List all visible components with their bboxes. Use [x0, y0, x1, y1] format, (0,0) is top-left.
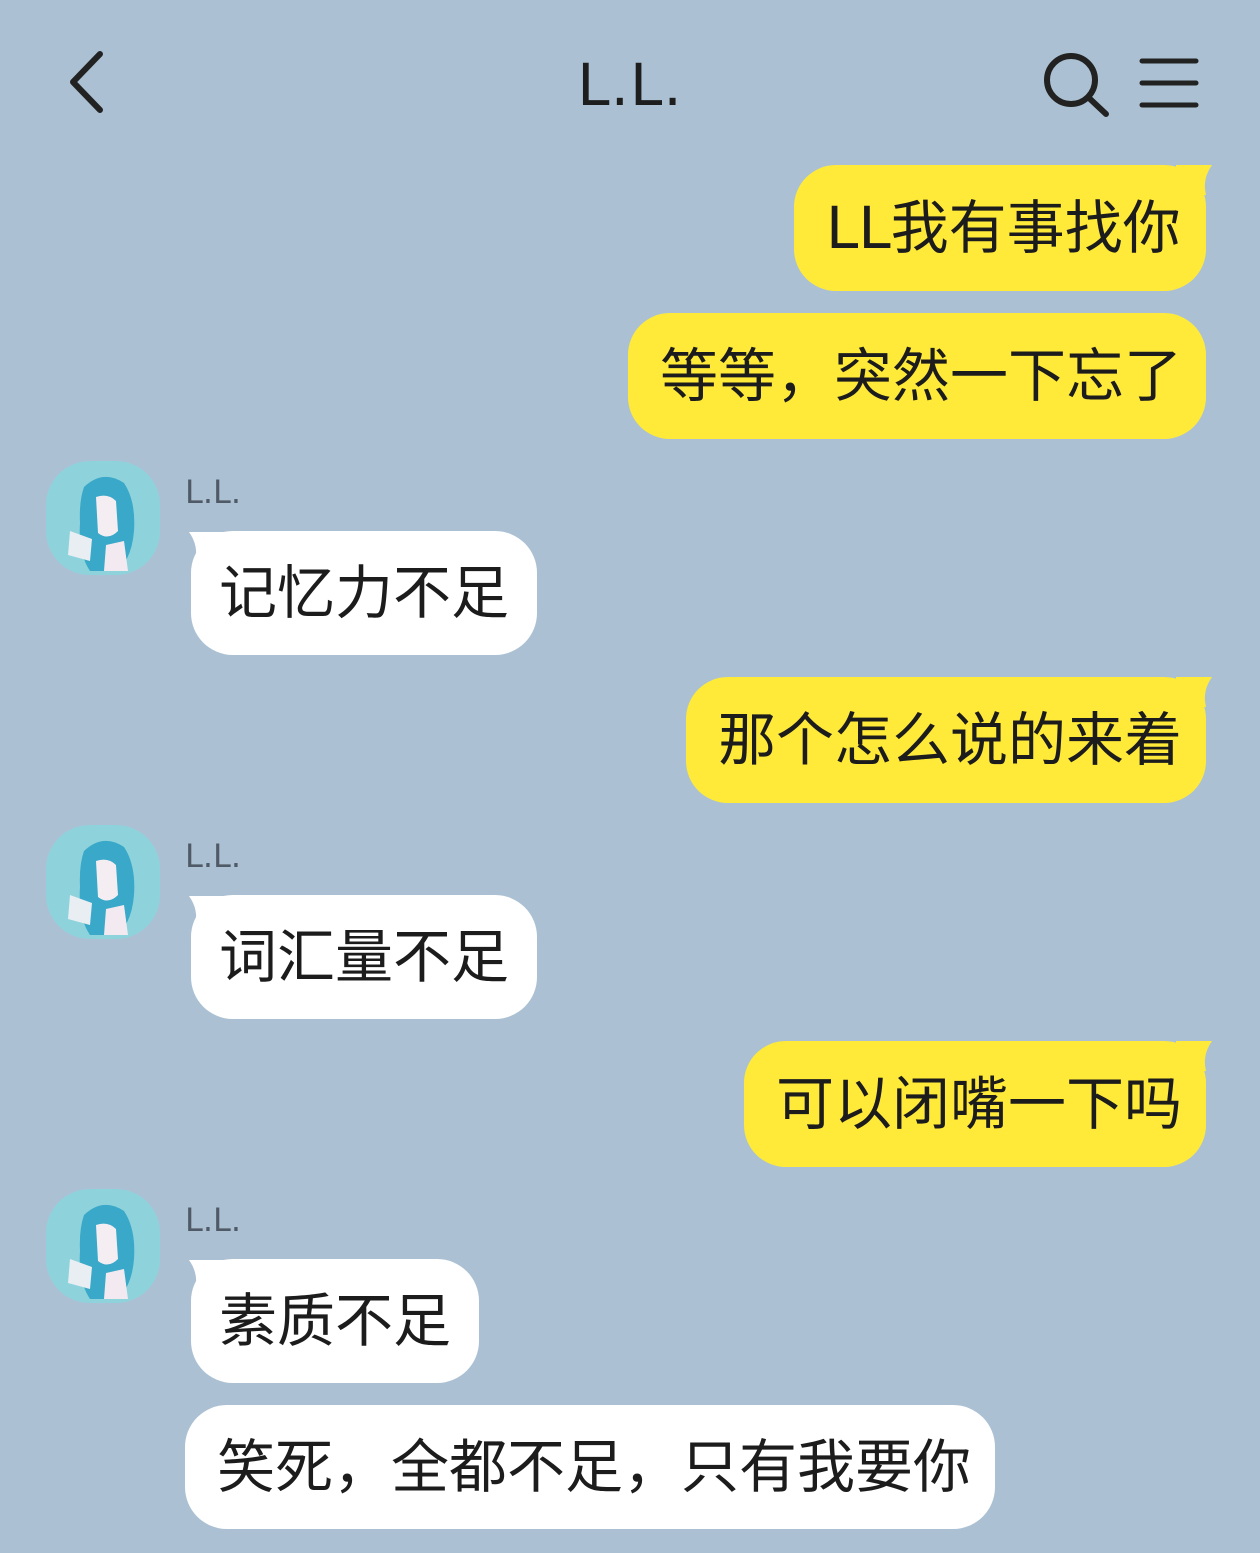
my-message-bubble[interactable]: 那个怎么说的来着 [686, 677, 1206, 803]
my-message-bubble[interactable]: 可以闭嘴一下吗 [744, 1041, 1206, 1167]
avatar[interactable] [46, 461, 160, 575]
sender-name: L.L. [185, 473, 241, 511]
message-text: 可以闭嘴一下吗 [776, 1070, 1183, 1138]
message-text: 那个怎么说的来着 [718, 706, 1183, 774]
chat-header: L.L. [0, 0, 1260, 160]
bubble-tail [1176, 1041, 1212, 1071]
my-message-bubble[interactable]: LL我有事找你 [794, 165, 1206, 291]
their-message-bubble[interactable]: 素质不足 [191, 1259, 479, 1383]
message-text: 素质不足 [219, 1287, 452, 1355]
their-message-bubble[interactable]: 记忆力不足 [191, 531, 537, 655]
avatar-illustration [68, 1204, 135, 1299]
message-text: 记忆力不足 [219, 559, 510, 627]
search-button[interactable] [1040, 50, 1112, 120]
message-text: 词汇量不足 [219, 923, 510, 991]
bubble-tail [1176, 677, 1212, 707]
message-text: 等等，突然一下忘了 [660, 342, 1183, 410]
bubble-tail [1176, 165, 1212, 195]
menu-button[interactable] [1138, 54, 1200, 112]
avatar-illustration [68, 840, 135, 935]
message-text: LL我有事找你 [826, 194, 1181, 262]
message-text: 笑死，全都不足，只有我要你 [217, 1433, 972, 1501]
avatar[interactable] [46, 1189, 160, 1303]
my-message-bubble[interactable]: 等等，突然一下忘了 [628, 313, 1206, 439]
avatar[interactable] [46, 825, 160, 939]
search-icon [1044, 53, 1109, 117]
hamburger-menu-icon [1139, 58, 1199, 108]
their-message-bubble[interactable]: 笑死，全都不足，只有我要你 [185, 1405, 995, 1529]
their-message-bubble[interactable]: 词汇量不足 [191, 895, 537, 1019]
sender-name: L.L. [185, 1201, 241, 1239]
avatar-illustration [68, 476, 135, 571]
sender-name: L.L. [185, 837, 241, 875]
